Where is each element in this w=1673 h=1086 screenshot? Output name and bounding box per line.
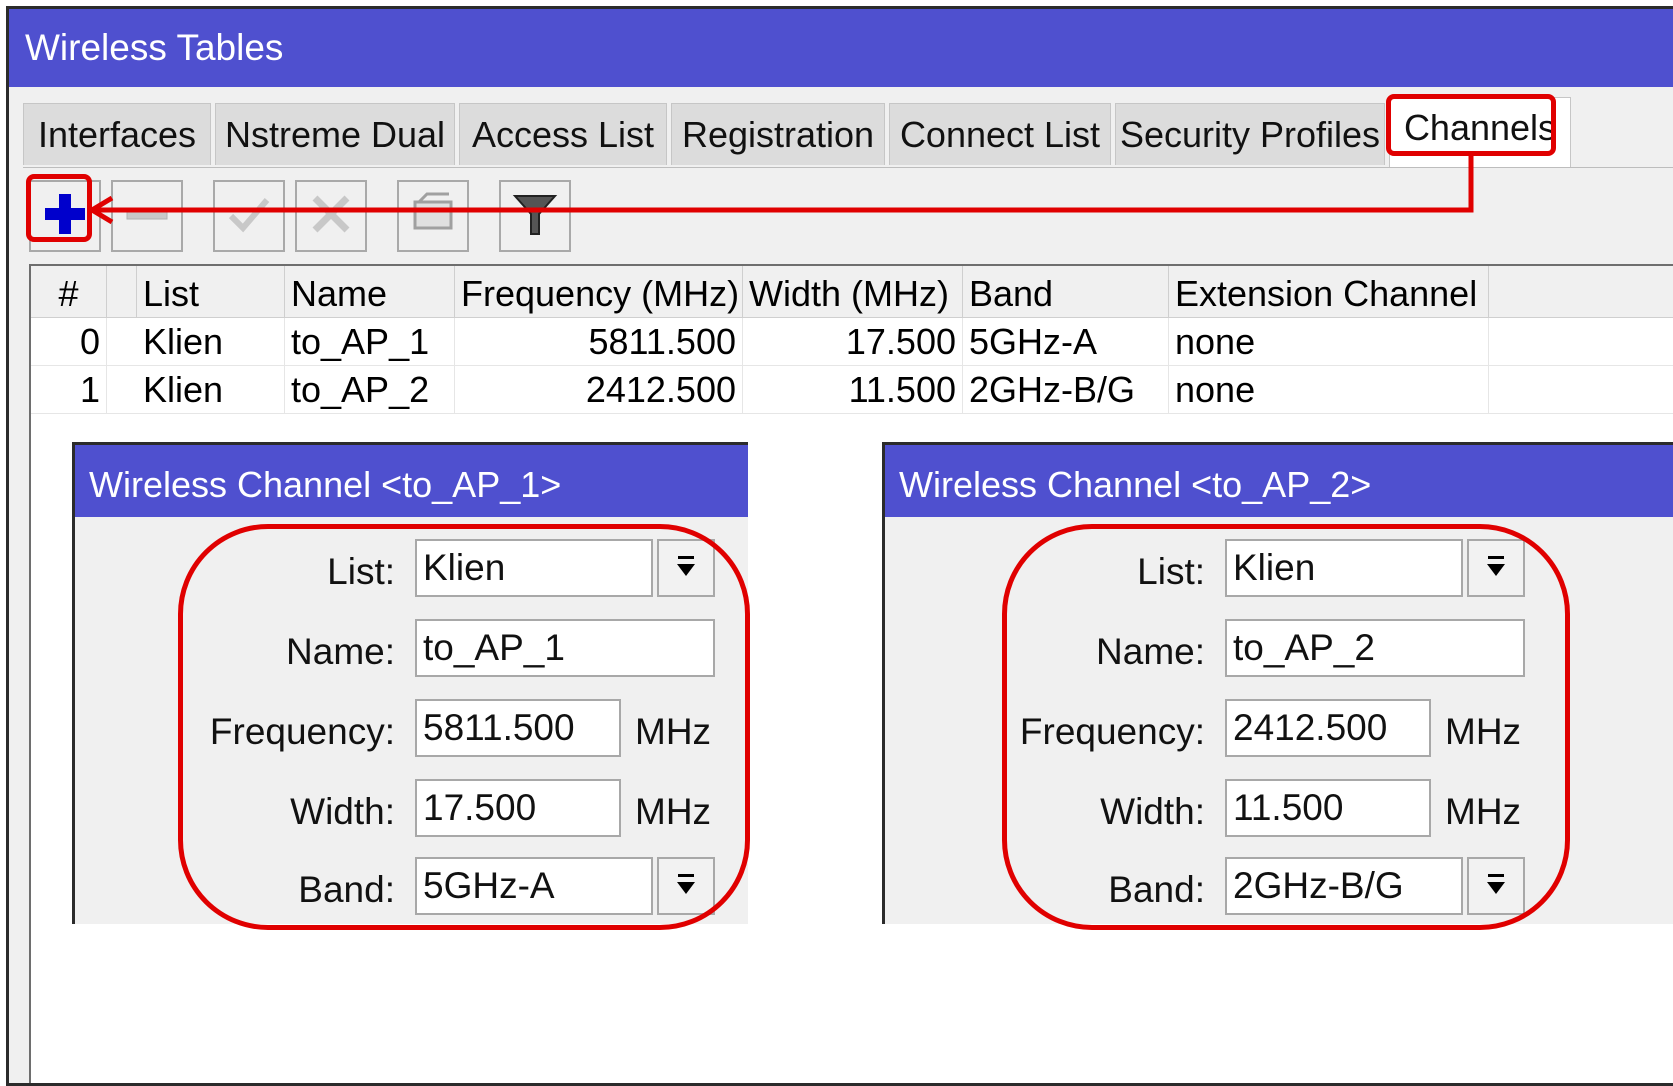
annotation-arrow (90, 156, 1474, 225)
